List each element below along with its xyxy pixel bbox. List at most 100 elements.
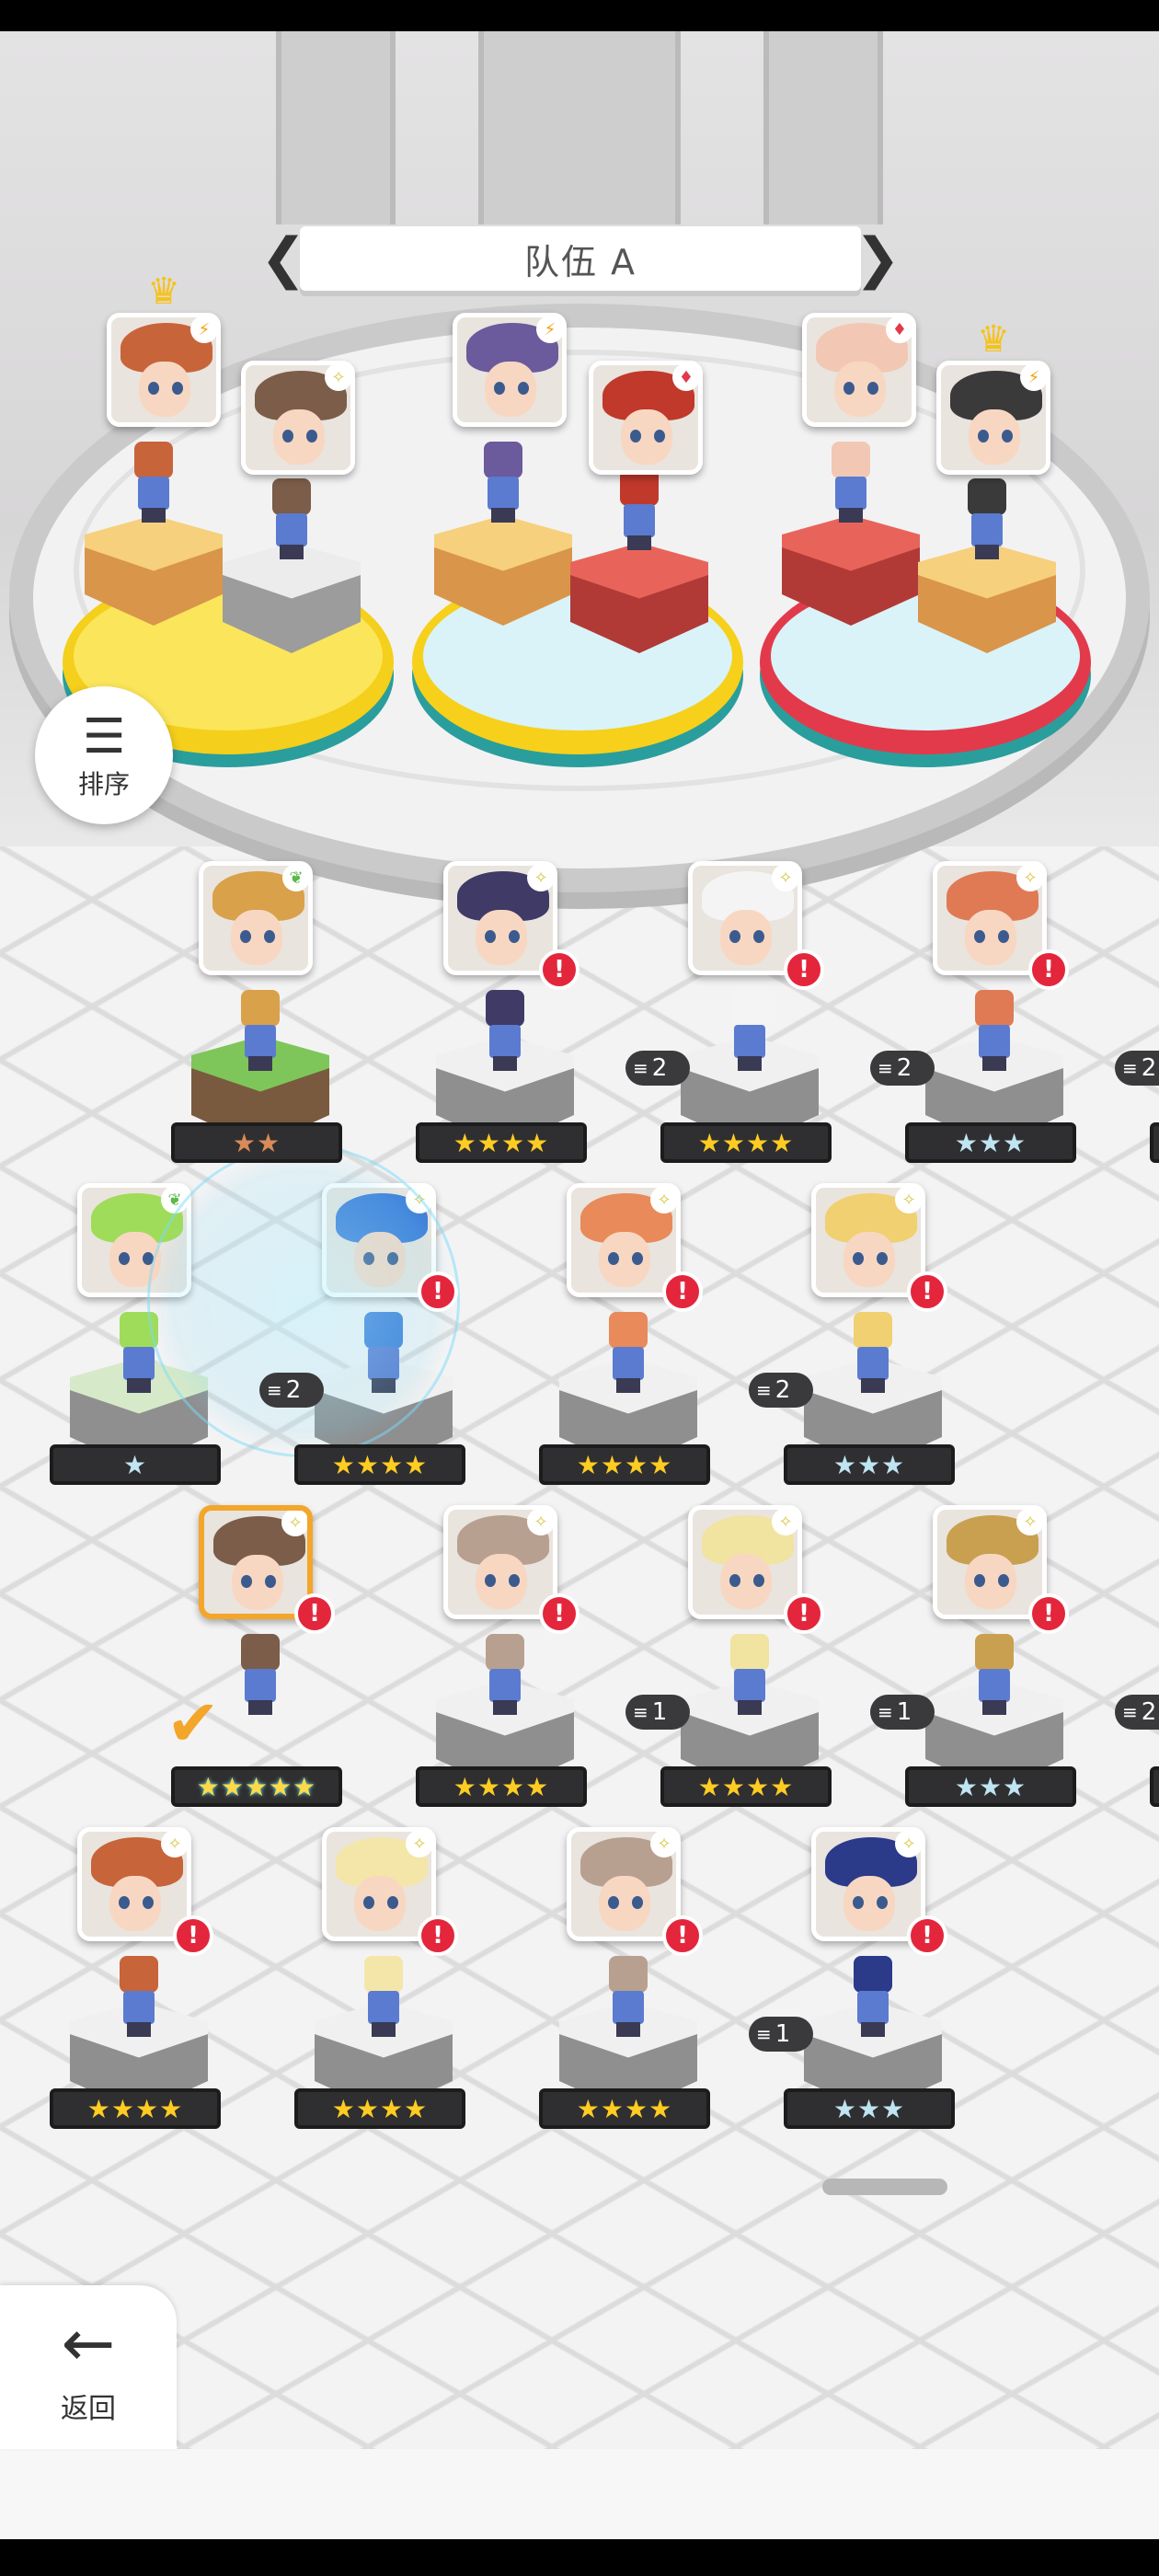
character-portrait[interactable]: ✧ xyxy=(688,1505,802,1619)
sprite-head xyxy=(484,442,522,478)
team-member-portrait-5[interactable]: ♦ xyxy=(802,313,916,427)
fire-element-icon: ♦ xyxy=(886,317,912,343)
character-portrait[interactable]: ✧ xyxy=(77,1827,191,1941)
sprite-head xyxy=(272,478,311,515)
sprite-legs xyxy=(142,508,166,523)
back-button[interactable]: ← 返回 xyxy=(0,2285,177,2449)
portrait-eye xyxy=(608,1896,619,1909)
portrait-eye xyxy=(853,1896,864,1909)
light-element-icon: ✧ xyxy=(772,1510,798,1535)
sprite-body xyxy=(138,477,169,510)
layers-icon: ≡ xyxy=(756,1379,772,1401)
portrait-eye xyxy=(998,1574,1009,1587)
team-pedestal-1 xyxy=(85,515,223,626)
sprite-legs xyxy=(738,1056,762,1071)
team-member-portrait-1[interactable]: ⚡ xyxy=(107,313,221,427)
alert-icon: ! xyxy=(1028,1593,1069,1634)
chevron-left-icon[interactable]: ❮ xyxy=(260,226,306,291)
sprite-legs xyxy=(627,535,651,550)
portrait-eye xyxy=(632,1252,643,1265)
light-element-icon: ✧ xyxy=(527,1510,553,1535)
star-rating: ★★★★ xyxy=(294,1444,465,1485)
sprite-body xyxy=(613,1347,644,1380)
portrait-eye xyxy=(119,1252,130,1265)
portrait-eye xyxy=(867,382,878,395)
level-badge-value: 2 xyxy=(651,1054,668,1082)
sprite-head xyxy=(730,1634,769,1671)
portrait-eye xyxy=(853,1252,864,1265)
team-member-portrait-3[interactable]: ⚡ xyxy=(453,313,567,427)
alert-icon: ! xyxy=(907,1915,947,1956)
team-pedestal-4 xyxy=(570,543,708,653)
team-sprite-6 xyxy=(955,478,1019,561)
light-element-icon: ✧ xyxy=(895,1832,921,1857)
character-sprite xyxy=(717,990,782,1073)
portrait-eye xyxy=(148,382,159,395)
selection-glow xyxy=(147,1144,460,1457)
team-member-portrait-2[interactable]: ✧ xyxy=(241,361,355,475)
navigation-bar xyxy=(0,2539,1159,2576)
alert-icon: ! xyxy=(662,1271,703,1312)
light-element-icon: ✧ xyxy=(325,365,350,391)
character-portrait[interactable]: ✧ xyxy=(811,1183,925,1297)
fire-element-icon: ♦ xyxy=(672,365,698,391)
layers-icon: ≡ xyxy=(1122,1701,1138,1723)
character-portrait[interactable]: ✧ xyxy=(811,1827,925,1941)
alert-icon: ! xyxy=(662,1915,703,1956)
star-rating: ★★★ xyxy=(905,1122,1076,1163)
level-badge: ≡ 1 xyxy=(625,1695,690,1730)
alert-icon: ! xyxy=(294,1593,335,1634)
game-screen: ❮ 队伍 A ❯ ⚡ ♛ ✧ ⚡ ♦ ♦ ⚡ ♛ ☰ 排序 ❦ ★★ ✧! ★★★★ ✧! ≡ 2 ★★★★… xyxy=(0,0,1159,2576)
sprite-legs xyxy=(861,2022,885,2037)
character-portrait[interactable]: ✧ xyxy=(322,1827,436,1941)
scroll-indicator[interactable] xyxy=(822,2179,947,2195)
team-member-portrait-6[interactable]: ⚡ xyxy=(936,361,1050,475)
sort-button[interactable]: ☰ 排序 xyxy=(35,686,173,824)
character-portrait[interactable]: ✧ xyxy=(933,1505,1047,1619)
character-sprite xyxy=(841,1956,905,2039)
level-badge: ≡ 2 xyxy=(1115,1051,1159,1086)
level-badge-value: 1 xyxy=(651,1698,668,1726)
back-button-label: 返回 xyxy=(61,2393,116,2425)
light-element-icon: ✧ xyxy=(895,1188,921,1213)
character-portrait[interactable]: ✧ xyxy=(933,861,1047,975)
crown-icon: ♛ xyxy=(977,318,1010,361)
team-title: 队伍 A xyxy=(300,226,861,291)
sprite-legs xyxy=(491,508,515,523)
portrait-eye xyxy=(387,1896,398,1909)
level-badge-value: 1 xyxy=(775,2020,791,2048)
chevron-right-icon[interactable]: ❯ xyxy=(855,226,901,291)
sprite-head xyxy=(968,478,1006,515)
light-element-icon: ✧ xyxy=(772,866,798,891)
light-element-icon: ✧ xyxy=(406,1832,431,1857)
team-member-portrait-4[interactable]: ♦ xyxy=(589,361,703,475)
light-element-icon: ✧ xyxy=(281,1511,307,1536)
sprite-legs xyxy=(127,1378,151,1393)
character-portrait[interactable]: ✧ xyxy=(567,1827,681,1941)
portrait-eye xyxy=(630,430,641,443)
character-sprite xyxy=(717,1634,782,1717)
portrait-eye xyxy=(753,1574,764,1587)
level-badge-value: 2 xyxy=(285,1376,302,1404)
level-badge-value: 2 xyxy=(896,1054,912,1082)
character-portrait[interactable]: ✧ xyxy=(199,1505,313,1619)
character-portrait[interactable]: ✧ xyxy=(688,861,802,975)
portrait-eye xyxy=(843,382,855,395)
alert-icon: ! xyxy=(418,1271,458,1312)
sprite-legs xyxy=(982,1056,1006,1071)
team-title-text: 队伍 A xyxy=(523,241,637,282)
star-rating: ★★★ xyxy=(784,1444,955,1485)
portrait-eye xyxy=(877,1896,888,1909)
character-portrait[interactable]: ✧ xyxy=(443,861,557,975)
character-portrait[interactable]: ❦ xyxy=(199,861,313,975)
sprite-body xyxy=(734,1025,765,1058)
portrait-eye xyxy=(729,1574,740,1587)
layers-icon: ≡ xyxy=(633,1701,648,1723)
character-portrait[interactable]: ✧ xyxy=(443,1505,557,1619)
lightning-element-icon: ⚡ xyxy=(536,317,562,343)
star-rating: ★★★★★ xyxy=(171,1766,342,1807)
character-portrait[interactable]: ✧ xyxy=(567,1183,681,1297)
layers-icon: ≡ xyxy=(1122,1057,1138,1079)
sprite-head xyxy=(975,990,1014,1027)
team-sprite-5 xyxy=(819,442,883,524)
